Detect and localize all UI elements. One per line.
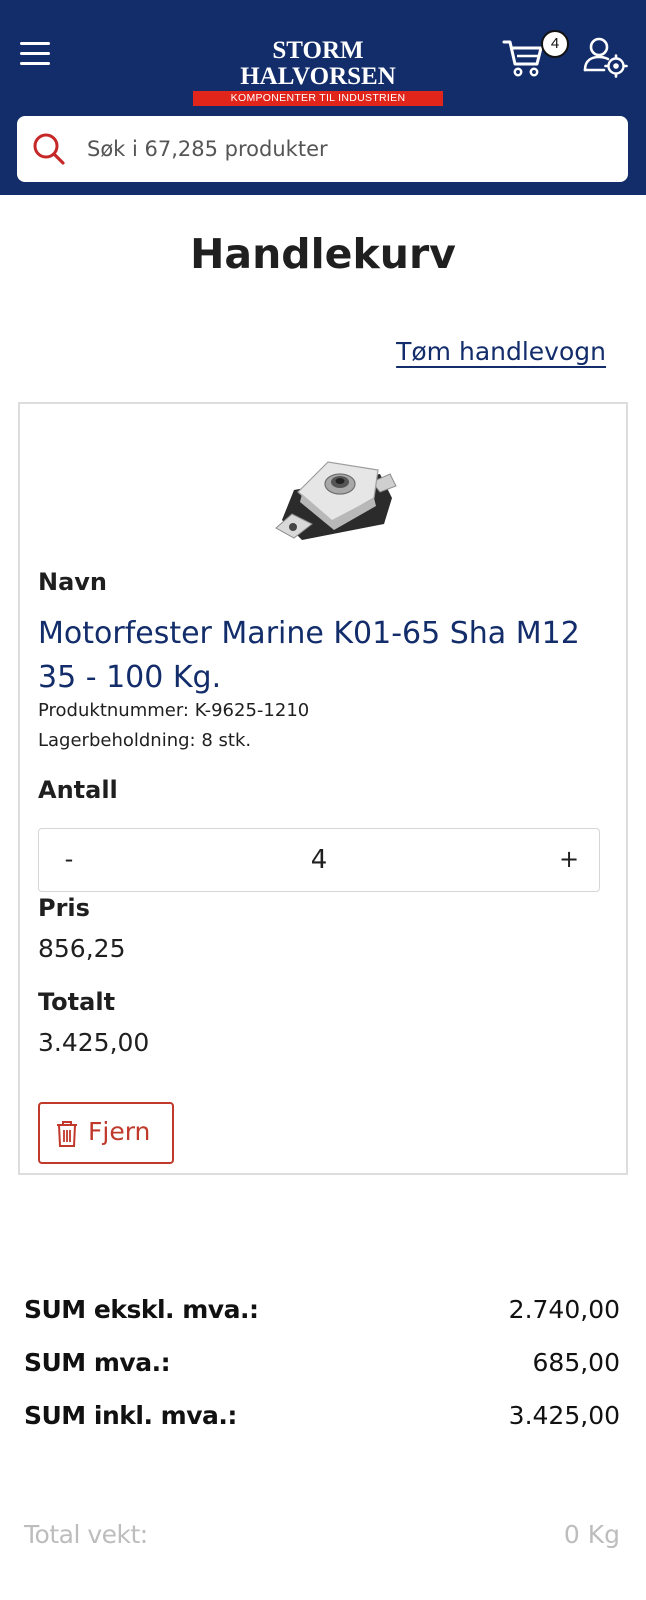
quantity-increase-button[interactable]: + [539,829,599,891]
remove-item-button[interactable]: Fjern [38,1102,174,1164]
price-value: 856,25 [38,934,126,963]
product-number: Produktnummer: K-9625-1210 [38,700,310,721]
sum-excl-vat-label: SUM ekskl. mva.: [24,1295,259,1324]
sum-excl-vat-row: SUM ekskl. mva.: 2.740,00 [24,1295,620,1335]
clear-cart-link[interactable]: Tøm handlevogn [396,337,606,366]
total-weight-label: Total vekt: [24,1520,148,1549]
quantity-label: Antall [38,776,118,804]
sum-incl-vat-label: SUM inkl. mva.: [24,1401,237,1430]
trash-icon [57,1121,77,1147]
name-label: Navn [38,568,108,596]
total-label: Totalt [38,988,116,1016]
search-input[interactable] [87,126,607,172]
logo-tagline: KOMPONENTER TIL INDUSTRIEN [193,91,443,106]
user-settings-icon [583,37,628,78]
page-title: Handlekurv [190,230,456,278]
cart-button[interactable]: 4 [502,30,569,80]
quantity-input[interactable] [99,829,539,891]
sum-incl-vat-row: SUM inkl. mva.: 3.425,00 [24,1401,620,1441]
site-header: STORM HALVORSEN KOMPONENTER TIL INDUSTRI… [0,0,646,195]
vat-value: 685,00 [532,1348,620,1377]
cart-count-badge: 4 [541,30,569,58]
vat-label: SUM mva.: [24,1348,171,1377]
vat-row: SUM mva.: 685,00 [24,1348,620,1388]
quantity-decrease-button[interactable]: - [39,829,99,891]
sum-incl-vat-value: 3.425,00 [508,1401,620,1430]
total-weight-value: 0 Kg [563,1520,620,1549]
product-image[interactable] [272,432,402,542]
search-icon[interactable] [31,131,67,167]
price-label: Pris [38,894,90,922]
total-weight-row: Total vekt: 0 Kg [24,1520,620,1560]
search-bar[interactable] [17,116,628,182]
stock-level: Lagerbeholdning: 8 stk. [38,730,252,751]
shopping-cart-icon [502,40,543,77]
sum-excl-vat-value: 2.740,00 [508,1295,620,1324]
account-settings-button[interactable] [582,36,628,78]
remove-button-label: Fjern [88,1117,151,1146]
hamburger-menu-icon[interactable] [18,38,52,68]
cart-item-card: Navn Motorfester Marine K01-65 Sha M12 3… [18,402,628,1175]
quantity-stepper: - + [38,828,600,892]
storm-halvorsen-logo[interactable]: STORM HALVORSEN KOMPONENTER TIL INDUSTRI… [193,38,443,106]
product-name-link[interactable]: Motorfester Marine K01-65 Sha M12 35 - 1… [38,612,598,700]
logo-title: STORM HALVORSEN [240,37,396,90]
total-value: 3.425,00 [38,1028,150,1057]
